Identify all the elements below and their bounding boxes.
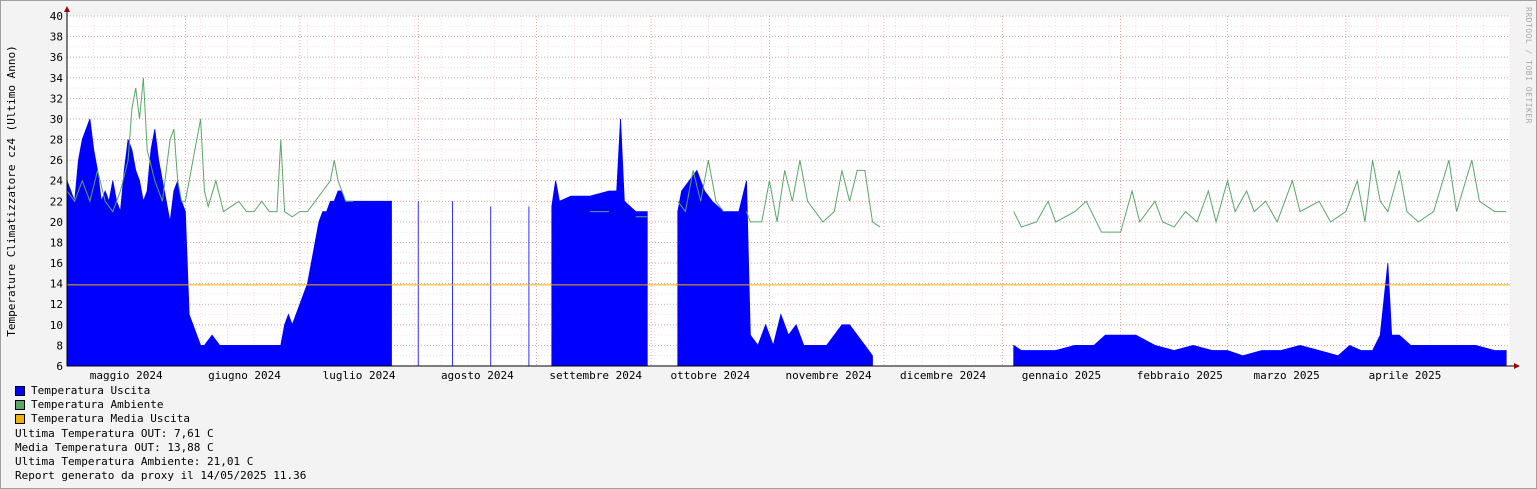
y-tick-label: 6: [56, 360, 63, 373]
graph-frame: 6 8 10 12 14 16 18 20 22 24 26 28 30 32 34 36 38 40 maggi…: [0, 0, 1537, 489]
x-tick-label: febbraio 2025: [1137, 369, 1223, 381]
legend: Temperatura Uscita Temperatura Ambiente …: [15, 384, 306, 483]
stat-ultima-ambiente: Ultima Temperatura Ambiente: 21,01 C: [15, 454, 254, 468]
x-axis-arrow: [1514, 363, 1520, 369]
y-tick-label: 8: [56, 339, 63, 352]
legend-item-ambiente: Temperatura Ambiente: [15, 398, 306, 412]
legend-label-ambiente: Temperatura Ambiente: [31, 398, 164, 412]
y-tick-label: 24: [50, 175, 64, 188]
legend-item-media: Temperatura Media Uscita: [15, 412, 306, 426]
y-axis-arrow: [64, 6, 70, 12]
y-tick-label: 28: [50, 134, 63, 147]
y-tick-label: 16: [50, 257, 63, 270]
x-tick-label: dicembre 2024: [900, 369, 986, 381]
y-tick-label: 26: [50, 154, 63, 167]
y-tick-label: 10: [50, 319, 63, 332]
stat-ultima-out: Ultima Temperatura OUT: 7,61 C: [15, 426, 214, 440]
watermark: RRDTOOL / TOBI OETIKER: [1524, 7, 1533, 124]
y-tick-label: 20: [50, 216, 63, 229]
report-line: Report generato da proxy il 14/05/2025 1…: [15, 469, 307, 483]
y-tick-label: 32: [50, 92, 63, 105]
stat-media-out: Media Temperatura OUT: 13,88 C: [15, 440, 214, 454]
x-axis-ticks: maggio 2024 giugno 2024 luglio 2024 agosto …: [90, 369, 1442, 381]
y-tick-label: 22: [50, 195, 63, 208]
x-tick-label: luglio 2024: [323, 369, 396, 381]
temperature-chart: 6 8 10 12 14 16 18 20 22 24 26 28 30 32 34 36 38 40 maggi…: [5, 6, 1520, 381]
x-tick-label: ottobre 2024: [670, 369, 750, 381]
y-tick-label: 14: [50, 278, 64, 291]
x-tick-label: maggio 2024: [90, 369, 163, 381]
x-tick-label: novembre 2024: [786, 369, 872, 381]
legend-item-uscita: Temperatura Uscita: [15, 384, 306, 398]
y-tick-label: 40: [50, 10, 63, 23]
y-axis-ticks: 6 8 10 12 14 16 18 20 22 24 26 28 30 32 34 36 38 40: [50, 10, 64, 373]
x-tick-label: giugno 2024: [208, 369, 281, 381]
y-tick-label: 38: [50, 31, 63, 44]
x-tick-label: agosto 2024: [441, 369, 514, 381]
legend-swatch-uscita: [15, 386, 25, 397]
x-tick-label: aprile 2025: [1369, 369, 1442, 381]
x-tick-label: marzo 2025: [1254, 369, 1320, 381]
y-tick-label: 30: [50, 113, 63, 126]
legend-label-media: Temperatura Media Uscita: [31, 412, 190, 426]
y-axis-label: Temperature Climatizzatore cz4 (Ultimo A…: [5, 45, 18, 336]
legend-swatch-media: [15, 414, 25, 425]
y-tick-label: 18: [50, 236, 63, 249]
y-tick-label: 12: [50, 298, 63, 311]
x-tick-label: gennaio 2025: [1022, 369, 1101, 381]
y-tick-label: 34: [50, 72, 64, 85]
y-tick-label: 36: [50, 51, 63, 64]
legend-swatch-ambiente: [15, 400, 25, 411]
x-tick-label: settembre 2024: [549, 369, 642, 381]
legend-label-uscita: Temperatura Uscita: [31, 384, 151, 397]
